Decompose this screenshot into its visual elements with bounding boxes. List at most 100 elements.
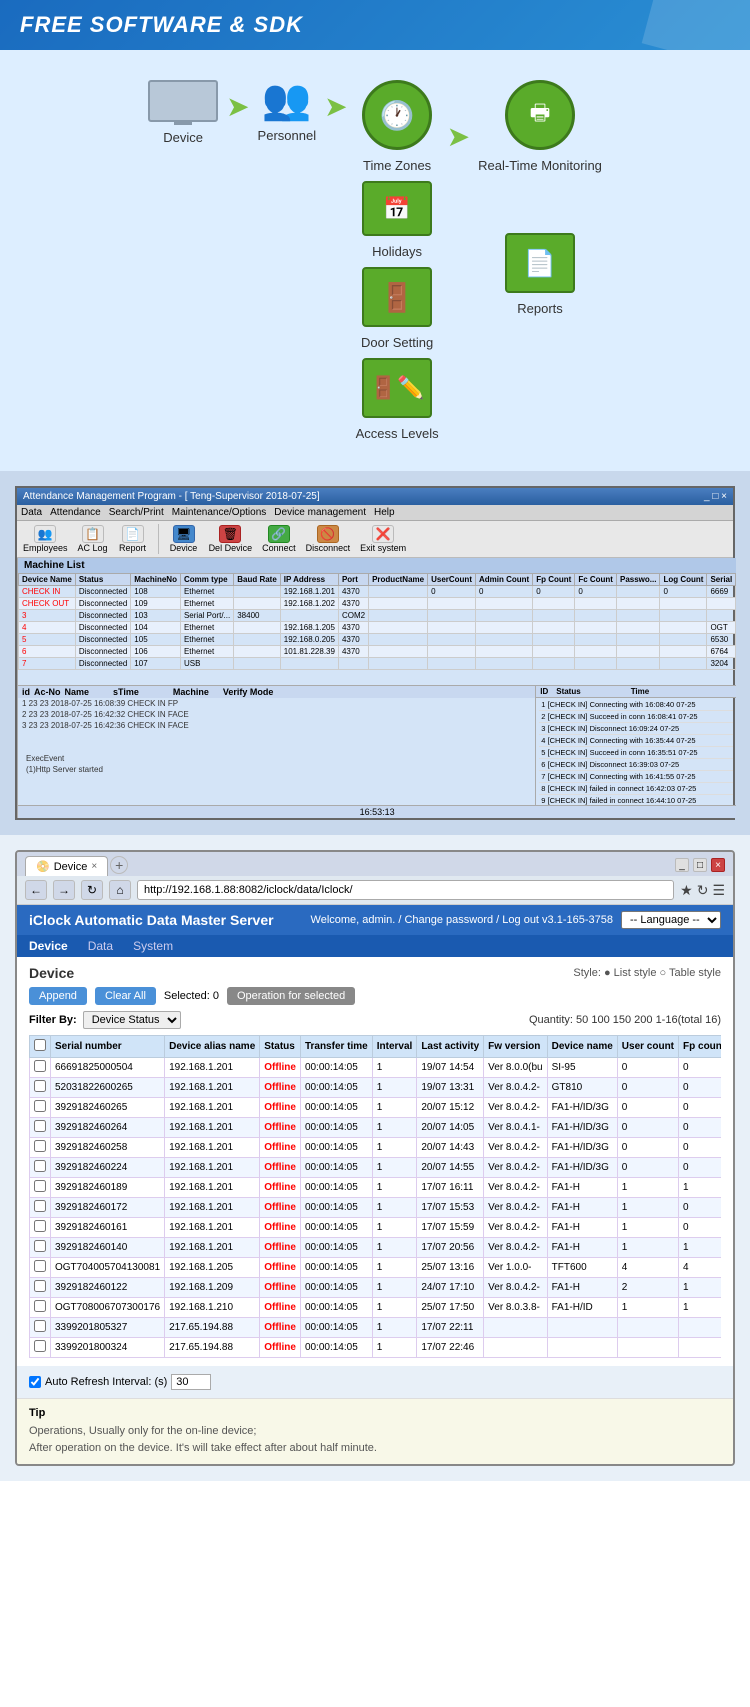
- th-devname: Device name: [547, 1036, 617, 1058]
- device-checkbox[interactable]: [34, 1280, 46, 1292]
- settings-btn[interactable]: ☰: [712, 882, 725, 899]
- iclock-content: Device Style: ● List style ○ Table style…: [17, 957, 733, 1366]
- sw-toolbar: 👥 Employees 📋 AC Log 📄 Report 🖥 Device 🗑…: [17, 521, 733, 558]
- sw-main: Machine List Device Name Status MachineN…: [18, 558, 736, 818]
- flow-personnel: 👥 Personnel: [258, 80, 317, 143]
- right-log-entry: 5 [CHECK IN] Succeed in conn 16:35:51 07…: [539, 747, 733, 759]
- device-checkbox[interactable]: [34, 1260, 46, 1272]
- arrow-2: ➤: [324, 90, 347, 123]
- device-checkbox[interactable]: [34, 1240, 46, 1252]
- btn-report[interactable]: 📄 Report: [118, 525, 148, 553]
- machine-row: 3 Disconnected 103 Serial Port/... 38400…: [19, 610, 736, 622]
- device-checkbox[interactable]: [34, 1220, 46, 1232]
- btn-employees[interactable]: 👥 Employees: [23, 525, 68, 553]
- tab-close[interactable]: ×: [91, 861, 97, 872]
- home-btn[interactable]: ⌂: [109, 880, 131, 900]
- machine-row: 4 Disconnected 104 Ethernet 192.168.1.20…: [19, 622, 736, 634]
- device-row: OGT704005704130081 192.168.1.205 Offline…: [30, 1258, 722, 1278]
- back-btn[interactable]: ←: [25, 880, 47, 900]
- device-checkbox[interactable]: [34, 1180, 46, 1192]
- operation-btn[interactable]: Operation for selected: [227, 987, 355, 1005]
- btn-connect[interactable]: 🔗 Connect: [262, 525, 296, 553]
- select-all-checkbox[interactable]: [34, 1039, 46, 1051]
- nav-device[interactable]: Device: [29, 939, 68, 953]
- browser-tab-device[interactable]: 📀 Device ×: [25, 856, 108, 876]
- software-section: Attendance Management Program - [ Teng-S…: [0, 471, 750, 835]
- right-log-entry: 4 [CHECK IN] Connecting with 16:35:44 07…: [539, 735, 733, 747]
- right-log-entry: 9 [CHECK IN] failed in connect 16:44:10 …: [539, 795, 733, 805]
- flow-holidays: 📅 Holidays: [362, 181, 432, 259]
- log-row-2: 2 23 23 2018-07-25 16:42:32 CHECK IN FAC…: [18, 709, 535, 720]
- device-row: 66691825000504 192.168.1.201 Offline 00:…: [30, 1058, 722, 1078]
- device-checkbox[interactable]: [34, 1340, 46, 1352]
- menu-searchprint[interactable]: Search/Print: [109, 507, 164, 518]
- nav-data[interactable]: Data: [88, 939, 113, 953]
- device-row: 3399201805327 217.65.194.88 Offline 00:0…: [30, 1318, 722, 1338]
- device-checkbox[interactable]: [34, 1320, 46, 1332]
- device-checkbox[interactable]: [34, 1140, 46, 1152]
- menu-devicemgmt[interactable]: Device management: [274, 507, 366, 518]
- device-checkbox[interactable]: [34, 1120, 46, 1132]
- th-transfer: Transfer time: [300, 1036, 372, 1058]
- sw-bottom-right: IDStatusTime 1 [CHECK IN] Connecting wit…: [536, 686, 736, 805]
- personnel-label: Personnel: [258, 128, 317, 143]
- bottom-bar: Auto Refresh Interval: (s): [17, 1366, 733, 1398]
- clear-all-btn[interactable]: Clear All: [95, 987, 156, 1005]
- device-checkbox[interactable]: [34, 1100, 46, 1112]
- device-row: 3929182460264 192.168.1.201 Offline 00:0…: [30, 1118, 722, 1138]
- quantity-info: Quantity: 50 100 150 200 1-16(total 16): [529, 1014, 721, 1026]
- menu-attendance[interactable]: Attendance: [50, 507, 101, 518]
- right-log-entry: 7 [CHECK IN] Connecting with 16:41:55 07…: [539, 771, 733, 783]
- interval-input[interactable]: [171, 1374, 211, 1390]
- menu-data[interactable]: Data: [21, 507, 42, 518]
- filter-select[interactable]: Device Status: [83, 1011, 181, 1029]
- win-close[interactable]: ×: [711, 858, 725, 872]
- btn-exit[interactable]: ❌ Exit system: [360, 525, 406, 553]
- th-ip: IP Address: [280, 574, 338, 586]
- right-log-entry: 8 [CHECK IN] failed in connect 16:42:03 …: [539, 783, 733, 795]
- style-toggle[interactable]: Style: ● List style ○ Table style: [573, 967, 721, 979]
- th-users: User count: [617, 1036, 678, 1058]
- menu-help[interactable]: Help: [374, 507, 395, 518]
- selected-count: Selected: 0: [164, 990, 219, 1002]
- tip-text: Operations, Usually only for the on-line…: [29, 1423, 721, 1456]
- th-pass: Passwo...: [616, 574, 659, 586]
- device-checkbox[interactable]: [34, 1200, 46, 1212]
- device-row: OGT708006707300176 192.168.1.210 Offline…: [30, 1298, 722, 1318]
- forward-btn[interactable]: →: [53, 880, 75, 900]
- log-row-3: 3 23 23 2018-07-25 16:42:36 CHECK IN FAC…: [18, 720, 535, 731]
- append-btn[interactable]: Append: [29, 987, 87, 1005]
- device-row: 3929182460161 192.168.1.201 Offline 00:0…: [30, 1218, 722, 1238]
- language-select[interactable]: -- Language --: [621, 911, 721, 929]
- device-checkbox[interactable]: [34, 1080, 46, 1092]
- device-row: 3929182460189 192.168.1.201 Offline 00:0…: [30, 1178, 722, 1198]
- iclock-logo: iClock Automatic Data Master Server: [29, 912, 274, 928]
- btn-aclog[interactable]: 📋 AC Log: [78, 525, 108, 553]
- iclock-app-header: iClock Automatic Data Master Server Welc…: [17, 905, 733, 935]
- nav-system[interactable]: System: [133, 939, 173, 953]
- new-tab-btn[interactable]: +: [110, 856, 128, 874]
- arrow-1: ➤: [226, 90, 249, 123]
- device-checkbox[interactable]: [34, 1060, 46, 1072]
- win-maximize[interactable]: □: [693, 858, 707, 872]
- browser-nav: ← → ↻ ⌂ ★ ↻ ☰: [17, 876, 733, 905]
- bookmark-btn[interactable]: ★: [680, 882, 693, 899]
- btn-device[interactable]: 🖥 Device: [169, 525, 199, 553]
- th-fc: Fc Count: [575, 574, 617, 586]
- filter-label: Filter By:: [29, 1014, 77, 1026]
- win-minimize[interactable]: _: [675, 858, 689, 872]
- address-bar[interactable]: [137, 880, 674, 900]
- menu-maintenance[interactable]: Maintenance/Options: [172, 507, 267, 518]
- device-checkbox[interactable]: [34, 1160, 46, 1172]
- btn-deldevice[interactable]: 🗑 Del Device: [209, 525, 253, 553]
- refresh-btn[interactable]: ↻: [81, 880, 103, 900]
- auto-refresh-checkbox[interactable]: [29, 1376, 41, 1388]
- holidays-icon: 📅: [362, 181, 432, 236]
- refresh-page-btn[interactable]: ↻: [697, 882, 709, 899]
- device-checkbox[interactable]: [34, 1300, 46, 1312]
- sw-bottom-header: idAc-NoNamesTimeMachineVerify Mode: [18, 686, 535, 698]
- sw-menubar[interactable]: Data Attendance Search/Print Maintenance…: [17, 505, 733, 521]
- th-check: [30, 1036, 51, 1058]
- btn-disconnect[interactable]: 🚫 Disconnect: [306, 525, 351, 553]
- flow-access: 🚪✏️ Access Levels: [356, 358, 439, 441]
